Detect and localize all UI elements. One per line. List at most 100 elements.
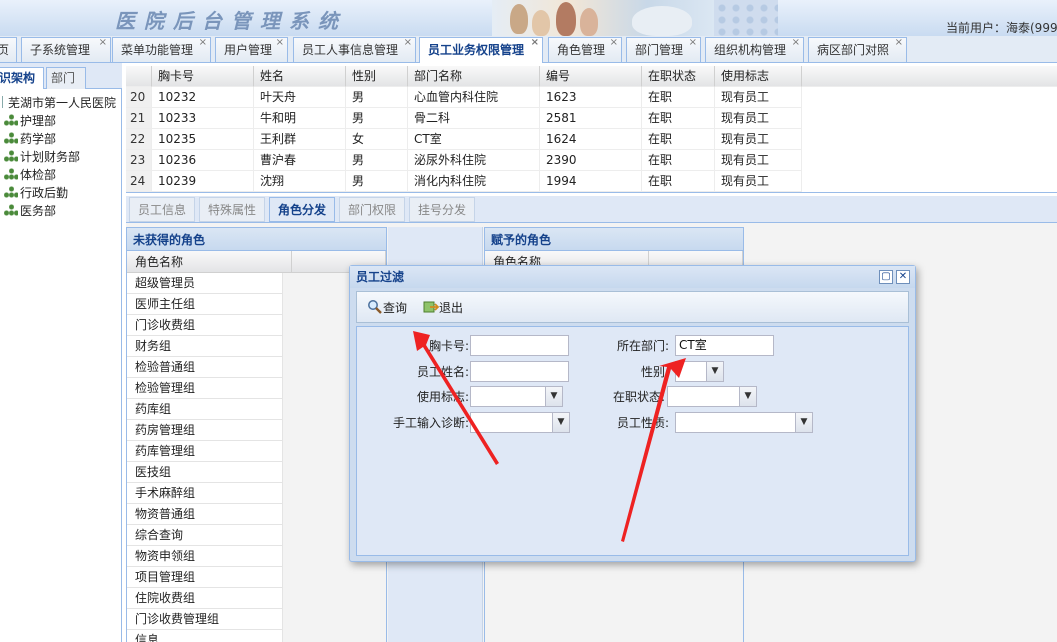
table-cell[interactable]: 泌尿外科住院	[408, 150, 540, 171]
table-cell[interactable]: 现有员工	[715, 87, 802, 108]
tab-subsystem[interactable]: 子系统管理 ×	[21, 37, 111, 62]
column-header[interactable]: 性别	[346, 66, 408, 87]
tree-node[interactable]: 计划财务部	[0, 148, 122, 166]
dialog-title-bar[interactable]: 员工过滤 ▢ ✕	[350, 266, 915, 288]
tab-dept-list[interactable]: 部门	[46, 67, 86, 89]
close-icon[interactable]: ×	[689, 38, 697, 55]
close-icon[interactable]: ×	[610, 38, 618, 55]
chevron-down-icon[interactable]: ▼	[552, 413, 569, 432]
table-cell[interactable]: 现有员工	[715, 108, 802, 129]
query-button[interactable]: 查询	[367, 299, 407, 317]
role-list-item[interactable]: 物资申领组	[127, 546, 283, 567]
tab-role[interactable]: 角色管理 ×	[548, 37, 622, 62]
card-no-input[interactable]	[470, 335, 569, 356]
table-cell[interactable]: 心血管内科住院	[408, 87, 540, 108]
tab-registration[interactable]: 挂号分发	[409, 197, 475, 222]
table-cell[interactable]: 在职	[642, 129, 715, 150]
tab-organization[interactable]: 组织机构管理 ×	[705, 37, 804, 62]
close-icon[interactable]: ×	[895, 38, 903, 55]
table-cell[interactable]: 2581	[540, 108, 642, 129]
table-cell[interactable]: 男	[346, 87, 408, 108]
role-list-item[interactable]: 药库组	[127, 399, 283, 420]
table-cell[interactable]: 10239	[152, 171, 254, 192]
table-cell[interactable]: 沈翔	[254, 171, 346, 192]
name-input[interactable]	[470, 361, 569, 382]
dept-input[interactable]: CT室	[675, 335, 774, 356]
close-icon[interactable]: ✕	[896, 270, 910, 284]
tab-personnel-info[interactable]: 员工人事信息管理 ×	[293, 37, 416, 62]
chevron-down-icon[interactable]: ▼	[739, 387, 756, 406]
column-header[interactable]: 使用标志	[715, 66, 802, 87]
role-list-item[interactable]: 信息	[127, 630, 283, 642]
exit-button[interactable]: 退出	[423, 299, 463, 317]
tab-employee-info[interactable]: 员工信息	[129, 197, 195, 222]
table-cell[interactable]: 男	[346, 108, 408, 129]
table-cell[interactable]: 现有员工	[715, 129, 802, 150]
column-header[interactable]: 胸卡号	[152, 66, 254, 87]
table-cell[interactable]: 王利群	[254, 129, 346, 150]
role-list-item[interactable]: 检验管理组	[127, 378, 283, 399]
table-cell[interactable]: 女	[346, 129, 408, 150]
close-icon[interactable]: ×	[99, 38, 107, 55]
table-cell[interactable]: 现有员工	[715, 171, 802, 192]
table-cell[interactable]: 牛和明	[254, 108, 346, 129]
table-cell[interactable]: 10236	[152, 150, 254, 171]
chevron-down-icon[interactable]: ▼	[706, 362, 723, 381]
column-header[interactable]: 部门名称	[408, 66, 540, 87]
manual-diagnosis-select[interactable]: ▼	[470, 412, 570, 433]
role-list-item[interactable]: 门诊收费管理组	[127, 609, 283, 630]
role-list-item[interactable]: 物资普通组	[127, 504, 283, 525]
column-header[interactable]: 编号	[540, 66, 642, 87]
table-cell[interactable]: 曹沪春	[254, 150, 346, 171]
table-cell[interactable]: 消化内科住院	[408, 171, 540, 192]
tree-node[interactable]: 行政后勤	[0, 184, 122, 202]
tree-node[interactable]: 医务部	[0, 202, 122, 220]
table-cell[interactable]: 2390	[540, 150, 642, 171]
close-icon[interactable]: ×	[276, 38, 284, 55]
table-cell[interactable]: 在职	[642, 87, 715, 108]
role-list-item[interactable]: 超级管理员	[127, 273, 283, 294]
close-icon[interactable]: ×	[199, 38, 207, 55]
tab-menu-function[interactable]: 菜单功能管理 ×	[112, 37, 211, 62]
tab-department[interactable]: 部门管理 ×	[626, 37, 701, 62]
role-list-item[interactable]: 医师主任组	[127, 294, 283, 315]
tab-special-attributes[interactable]: 特殊属性	[199, 197, 265, 222]
role-list-item[interactable]: 药库管理组	[127, 441, 283, 462]
table-cell[interactable]: 在职	[642, 108, 715, 129]
table-cell[interactable]: 现有员工	[715, 150, 802, 171]
tab-dept-permission[interactable]: 部门权限	[339, 197, 405, 222]
close-icon[interactable]: ×	[404, 38, 412, 55]
usage-select[interactable]: ▼	[470, 386, 563, 407]
tab-role-assignment[interactable]: 角色分发	[269, 197, 335, 222]
tree-node[interactable]: 药学部	[0, 130, 122, 148]
role-list-item[interactable]: 药房管理组	[127, 420, 283, 441]
table-cell[interactable]: 10235	[152, 129, 254, 150]
tab-user[interactable]: 用户管理 ×	[215, 37, 288, 62]
tree-node[interactable]: 护理部	[0, 112, 122, 130]
table-cell[interactable]: 10233	[152, 108, 254, 129]
tab-org-structure[interactable]: 识架构	[0, 67, 44, 89]
tree-root[interactable]: 芜湖市第一人民医院	[0, 94, 122, 112]
table-cell[interactable]: 1624	[540, 129, 642, 150]
column-header[interactable]: 姓名	[254, 66, 346, 87]
gender-select[interactable]: ▼	[675, 361, 724, 382]
table-cell[interactable]: 男	[346, 150, 408, 171]
tab-home[interactable]: 页	[0, 37, 17, 62]
close-icon[interactable]: ×	[531, 38, 539, 55]
nature-select[interactable]: ▼	[675, 412, 813, 433]
role-list-item[interactable]: 门诊收费组	[127, 315, 283, 336]
column-header[interactable]: 在职状态	[642, 66, 715, 87]
table-cell[interactable]: 叶天舟	[254, 87, 346, 108]
status-select[interactable]: ▼	[667, 386, 757, 407]
role-list-item[interactable]: 检验普通组	[127, 357, 283, 378]
tree-node[interactable]: 体检部	[0, 166, 122, 184]
role-list-item[interactable]: 综合查询	[127, 525, 283, 546]
tab-business-permission[interactable]: 员工业务权限管理 ×	[419, 37, 543, 63]
role-list-item[interactable]: 手术麻醉组	[127, 483, 283, 504]
table-cell[interactable]: 骨二科	[408, 108, 540, 129]
role-name-header[interactable]: 角色名称	[127, 251, 292, 273]
table-cell[interactable]: 1623	[540, 87, 642, 108]
tab-ward-mapping[interactable]: 病区部门对照 ×	[808, 37, 907, 62]
role-list-item[interactable]: 住院收费组	[127, 588, 283, 609]
table-cell[interactable]: 在职	[642, 171, 715, 192]
